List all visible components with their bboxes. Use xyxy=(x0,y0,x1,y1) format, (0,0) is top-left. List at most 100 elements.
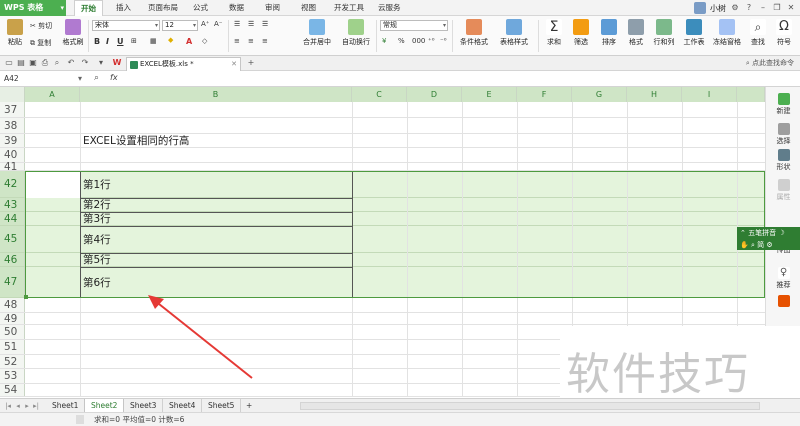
recommend-button[interactable]: ♀ 推荐 xyxy=(766,267,800,290)
shrink-font-button[interactable]: A⁻ xyxy=(214,20,222,28)
table-row[interactable]: 39 EXCEL设置相同的行高 xyxy=(0,134,765,148)
avatar[interactable] xyxy=(694,2,706,14)
row-header[interactable]: 47 xyxy=(0,267,25,297)
column-header-d[interactable]: D xyxy=(407,87,462,102)
fx-button[interactable]: fx xyxy=(110,73,118,82)
sort-button[interactable]: 排序 xyxy=(596,19,622,47)
column-header-g[interactable]: G xyxy=(572,87,627,102)
increase-decimal-icon[interactable]: ⁺⁰ xyxy=(428,37,435,45)
table-row[interactable]: 49 xyxy=(0,313,765,325)
last-sheet-icon[interactable]: ▸| xyxy=(32,401,40,411)
print-icon[interactable]: ⎙ xyxy=(40,58,50,68)
column-header-j[interactable] xyxy=(737,87,765,102)
filter-button[interactable]: 筛选 xyxy=(568,19,594,47)
gear-icon[interactable]: ⚙ xyxy=(766,241,772,249)
close-icon[interactable]: ✕ xyxy=(786,3,796,13)
help-icon[interactable]: ? xyxy=(744,3,754,13)
wrap-text-button[interactable]: 自动换行 xyxy=(338,19,374,47)
tab-view[interactable]: 视图 xyxy=(301,0,316,16)
conditional-format-button[interactable]: 条件格式 xyxy=(456,19,492,47)
row-header[interactable]: 51 xyxy=(0,340,25,354)
close-tab-icon[interactable]: ✕ xyxy=(231,58,237,70)
row-header[interactable]: 43 xyxy=(0,198,25,211)
clear-format-button[interactable]: ◇ xyxy=(202,37,207,45)
format-button[interactable]: 格式 xyxy=(624,19,648,47)
redo-icon[interactable]: ↷ xyxy=(80,58,90,68)
grow-font-button[interactable]: A⁺ xyxy=(201,20,209,28)
column-header-c[interactable]: C xyxy=(352,87,407,102)
column-header-i[interactable]: I xyxy=(682,87,737,102)
new-tab-icon[interactable]: + xyxy=(246,58,256,68)
row-header[interactable]: 49 xyxy=(0,313,25,325)
tab-insert[interactable]: 插入 xyxy=(116,0,131,16)
save-icon[interactable]: ▣ xyxy=(28,58,38,68)
tab-review[interactable]: 审阅 xyxy=(265,0,280,16)
minimize-icon[interactable]: – xyxy=(758,3,768,13)
sheet-tab-4[interactable]: Sheet4 xyxy=(163,399,203,413)
shape-panel-button[interactable]: 形状 xyxy=(766,149,800,172)
table-row[interactable]: 37 xyxy=(0,102,765,118)
font-size-select[interactable]: 12 ▾ xyxy=(162,20,198,31)
sheet-tab-3[interactable]: Sheet3 xyxy=(124,399,164,413)
next-sheet-icon[interactable]: ▸ xyxy=(23,401,31,411)
print-preview-icon[interactable]: ⌕ xyxy=(52,58,62,68)
tab-home[interactable]: 开始 xyxy=(74,0,103,16)
currency-icon[interactable]: ¥ xyxy=(382,37,386,45)
fill-handle[interactable] xyxy=(24,295,28,299)
column-header-f[interactable]: F xyxy=(517,87,572,102)
bold-button[interactable]: B xyxy=(94,37,100,46)
property-panel-button[interactable]: 属性 xyxy=(766,179,800,202)
sheet-tab-1[interactable]: Sheet1 xyxy=(46,399,86,413)
border-button[interactable]: ⊞ xyxy=(131,37,137,45)
row-header[interactable]: 48 xyxy=(0,298,25,312)
row-header[interactable]: 37 xyxy=(0,102,25,117)
format-painter-button[interactable]: 格式刷 xyxy=(60,19,86,47)
table-row[interactable]: 40 xyxy=(0,148,765,163)
row-header[interactable]: 54 xyxy=(0,384,25,396)
italic-button[interactable]: I xyxy=(106,37,109,46)
row-header[interactable]: 46 xyxy=(0,253,25,266)
align-middle-icon[interactable]: ☰ xyxy=(248,20,254,28)
row-header[interactable]: 41 xyxy=(0,161,25,173)
font-color-button[interactable]: A xyxy=(186,37,192,46)
column-header-e[interactable]: E xyxy=(462,87,517,102)
search-icon[interactable]: ⌕ xyxy=(751,241,755,249)
paste-button[interactable]: 粘贴 xyxy=(4,19,26,47)
formula-input[interactable] xyxy=(126,73,796,84)
copy-button[interactable]: ⧉ 复制 xyxy=(30,38,51,48)
symbol-button[interactable]: Ω 符号 xyxy=(772,19,796,47)
fill-color-button[interactable]: ◆ xyxy=(168,36,173,44)
underline-button[interactable]: U xyxy=(117,37,124,46)
new-file-icon[interactable]: ▭ xyxy=(4,58,14,68)
new-panel-button[interactable]: 新建 xyxy=(766,93,800,116)
ime-mode[interactable]: 简 xyxy=(757,241,764,249)
column-header-b[interactable]: B xyxy=(80,87,352,102)
row-header[interactable]: 45 xyxy=(0,226,25,252)
font-name-select[interactable]: 宋体 ▾ xyxy=(92,20,160,31)
toolbox-button[interactable] xyxy=(766,295,800,308)
align-bottom-icon[interactable]: ☰ xyxy=(262,20,268,28)
user-name[interactable]: 小树 xyxy=(710,3,726,14)
table-row[interactable]: 41 xyxy=(0,161,765,173)
name-box[interactable]: A42 xyxy=(4,73,74,84)
select-all-corner[interactable] xyxy=(0,87,25,102)
open-folder-icon[interactable]: ▤ xyxy=(16,58,26,68)
worksheet-button[interactable]: 工作表 xyxy=(680,19,708,47)
decrease-decimal-icon[interactable]: ⁻⁰ xyxy=(440,37,447,45)
row-header[interactable]: 50 xyxy=(0,325,25,339)
table-row[interactable]: 48 xyxy=(0,298,765,313)
horizontal-scrollbar[interactable] xyxy=(300,402,760,410)
undo-icon[interactable]: ↶ xyxy=(66,58,76,68)
first-sheet-icon[interactable]: |◂ xyxy=(4,401,12,411)
row-header[interactable]: 44 xyxy=(0,212,25,225)
table-row[interactable]: 38 xyxy=(0,118,765,134)
table-style-button[interactable]: 表格样式 xyxy=(496,19,532,47)
row-header[interactable]: 52 xyxy=(0,355,25,368)
tab-cloud[interactable]: 云服务 xyxy=(378,0,401,16)
select-panel-button[interactable]: 选择 xyxy=(766,123,800,146)
tab-page-layout[interactable]: 页面布局 xyxy=(148,0,178,16)
app-menu-button[interactable]: WPS 表格 ▾ xyxy=(0,0,66,16)
sum-button[interactable]: Σ 求和 xyxy=(542,19,566,47)
row-header[interactable]: 42 xyxy=(0,171,25,197)
find-button[interactable]: ⌕ 查找 xyxy=(746,19,770,47)
